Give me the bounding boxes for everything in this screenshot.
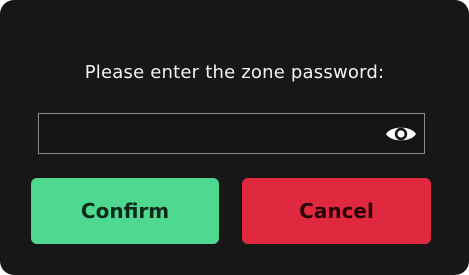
password-input[interactable] <box>39 114 369 153</box>
cancel-button[interactable]: Cancel <box>242 178 431 244</box>
password-field-container <box>38 113 425 154</box>
toggle-password-visibility-button[interactable] <box>382 119 420 149</box>
confirm-button[interactable]: Confirm <box>31 178 219 244</box>
zone-password-dialog: Please enter the zone password: Confirm … <box>0 0 469 275</box>
eye-icon <box>386 127 416 141</box>
password-prompt: Please enter the zone password: <box>84 62 385 83</box>
